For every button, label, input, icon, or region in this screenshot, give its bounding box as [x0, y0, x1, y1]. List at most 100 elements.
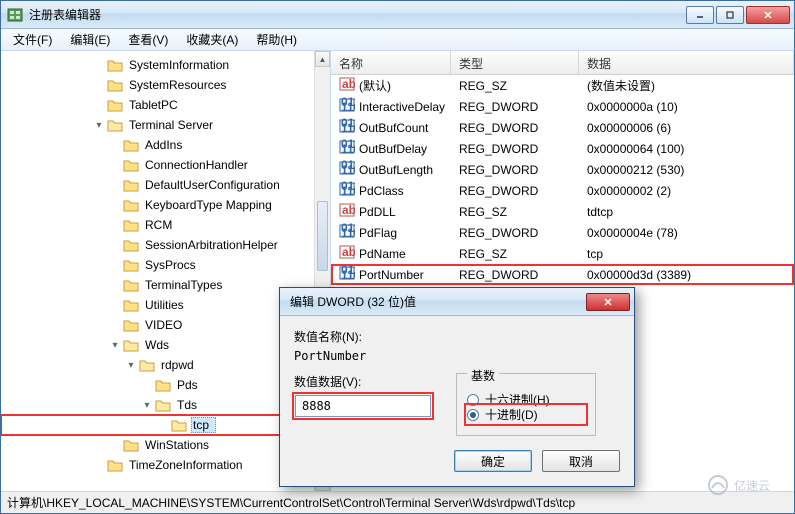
edit-dword-dialog: 编辑 DWORD (32 位)值 数值名称(N): PortNumber 数值数…: [279, 287, 635, 487]
menu-view[interactable]: 查看(V): [120, 29, 176, 50]
value-icon: 011110: [339, 97, 355, 116]
tree-item[interactable]: ▾Terminal Server: [1, 115, 330, 135]
svg-text:110: 110: [341, 268, 355, 281]
scroll-thumb[interactable]: [317, 201, 328, 271]
tree-item-label: Wds: [143, 338, 171, 352]
list-row[interactable]: 011110OutBufDelayREG_DWORD0x00000064 (10…: [331, 138, 794, 159]
svg-text:110: 110: [341, 121, 355, 134]
expander-icon[interactable]: ▾: [93, 120, 105, 131]
value-name-text: PortNumber: [294, 349, 620, 363]
column-name[interactable]: 名称: [331, 51, 451, 74]
radix-dec-radio[interactable]: 十进制(D): [467, 406, 585, 423]
radix-group: 基数 十六进制(H) 十进制(D): [456, 373, 596, 436]
tree-item-label: AddIns: [143, 138, 184, 152]
value-data: 0x0000004e (78): [579, 226, 794, 240]
tree-item[interactable]: SysProcs: [1, 255, 330, 275]
close-button[interactable]: [746, 6, 790, 24]
value-name: PdClass: [359, 184, 404, 198]
svg-text:110: 110: [341, 226, 355, 239]
tree-item-label: SystemResources: [127, 78, 228, 92]
menu-help[interactable]: 帮助(H): [248, 29, 305, 50]
scroll-up-button[interactable]: ▲: [315, 51, 330, 67]
tree-item[interactable]: RCM: [1, 215, 330, 235]
tree-item-label: tcp: [191, 417, 216, 433]
list-row[interactable]: 011110PortNumberREG_DWORD0x00000d3d (338…: [331, 264, 794, 285]
value-type: REG_SZ: [451, 247, 579, 261]
radix-dec-label: 十进制(D): [485, 406, 538, 423]
svg-text:110: 110: [341, 100, 355, 113]
value-name: OutBufDelay: [359, 142, 427, 156]
tree-item-label: TerminalTypes: [143, 278, 224, 292]
svg-text:110: 110: [341, 184, 355, 197]
tree-item-label: TabletPC: [127, 98, 180, 112]
menubar: 文件(F) 编辑(E) 查看(V) 收藏夹(A) 帮助(H): [1, 29, 794, 51]
value-data: (数值未设置): [579, 77, 794, 94]
list-row[interactable]: ab(默认)REG_SZ(数值未设置): [331, 75, 794, 96]
maximize-button[interactable]: [716, 6, 744, 24]
tree-item[interactable]: SessionArbitrationHelper: [1, 235, 330, 255]
tree-item[interactable]: SystemInformation: [1, 55, 330, 75]
tree-item-label: Pds: [175, 378, 200, 392]
value-type: REG_DWORD: [451, 142, 579, 156]
minimize-button[interactable]: [686, 6, 714, 24]
tree-item[interactable]: TabletPC: [1, 95, 330, 115]
value-icon: 011110: [339, 160, 355, 179]
column-data[interactable]: 数据: [579, 51, 794, 74]
value-type: REG_DWORD: [451, 184, 579, 198]
svg-text:110: 110: [341, 142, 355, 155]
titlebar[interactable]: 注册表编辑器: [1, 1, 794, 29]
value-data-input[interactable]: [295, 395, 431, 417]
value-icon: 011110: [339, 139, 355, 158]
tree-item-label: TimeZoneInformation: [127, 458, 245, 472]
tree-item-label: SystemInformation: [127, 58, 231, 72]
column-type[interactable]: 类型: [451, 51, 579, 74]
list-row[interactable]: 011110 OutBufLength REG_DWORD0x00000212 (5…: [331, 159, 794, 180]
regedit-icon: [7, 7, 23, 23]
list-row[interactable]: 011110PdFlagREG_DWORD0x0000004e (78): [331, 222, 794, 243]
expander-icon[interactable]: ▾: [125, 360, 137, 371]
value-name: OutBufLength: [359, 163, 433, 177]
value-name: PdName: [359, 247, 406, 261]
value-name: OutBufCount: [359, 121, 428, 135]
ok-button[interactable]: 确定: [454, 450, 532, 472]
list-row[interactable]: 011110InteractiveDelayREG_DWORD0x0000000…: [331, 96, 794, 117]
dialog-close-button[interactable]: [586, 293, 630, 311]
tree-item-label: WinStations: [143, 438, 211, 452]
radio-icon: [467, 394, 479, 406]
cancel-button[interactable]: 取消: [542, 450, 620, 472]
list-row[interactable]: abPdNameREG_SZtcp: [331, 243, 794, 264]
tree-item-label: Tds: [175, 398, 199, 412]
tree-item[interactable]: SystemResources: [1, 75, 330, 95]
tree-item[interactable]: ConnectionHandler: [1, 155, 330, 175]
value-data: 0x00000002 (2): [579, 184, 794, 198]
value-icon: ab: [339, 244, 355, 263]
value-data: 0x00000212 (530): [579, 163, 794, 177]
value-data-input-wrap: [294, 394, 432, 418]
expander-icon[interactable]: ▾: [141, 400, 153, 411]
list-row[interactable]: 011110PdClassREG_DWORD0x00000002 (2): [331, 180, 794, 201]
tree-item-label: ConnectionHandler: [143, 158, 250, 172]
menu-edit[interactable]: 编辑(E): [62, 29, 118, 50]
menu-file[interactable]: 文件(F): [5, 29, 60, 50]
list-row[interactable]: 011110OutBufCountREG_DWORD0x00000006 (6): [331, 117, 794, 138]
value-icon: 011110: [339, 265, 355, 284]
value-type: REG_DWORD: [451, 163, 579, 177]
svg-text:ab: ab: [342, 203, 355, 217]
dialog-titlebar[interactable]: 编辑 DWORD (32 位)值: [280, 288, 634, 316]
expander-icon[interactable]: ▾: [109, 340, 121, 351]
tree-item-label: SysProcs: [143, 258, 198, 272]
tree-item[interactable]: DefaultUserConfiguration: [1, 175, 330, 195]
value-data: 0x0000000a (10): [579, 100, 794, 114]
value-type: REG_SZ: [451, 79, 579, 93]
menu-favorites[interactable]: 收藏夹(A): [178, 29, 246, 50]
tree-item[interactable]: AddIns: [1, 135, 330, 155]
tree-item[interactable]: KeyboardType Mapping: [1, 195, 330, 215]
list-row[interactable]: abPdDLLREG_SZtdtcp: [331, 201, 794, 222]
value-icon: ab: [339, 76, 355, 95]
tree-item-label: rdpwd: [159, 358, 196, 372]
value-type: REG_DWORD: [451, 100, 579, 114]
svg-text:110: 110: [341, 163, 355, 176]
value-icon: 011110: [339, 118, 355, 137]
tree-item-label: VIDEO: [143, 318, 184, 332]
value-name-label: 数值名称(N):: [294, 328, 620, 345]
